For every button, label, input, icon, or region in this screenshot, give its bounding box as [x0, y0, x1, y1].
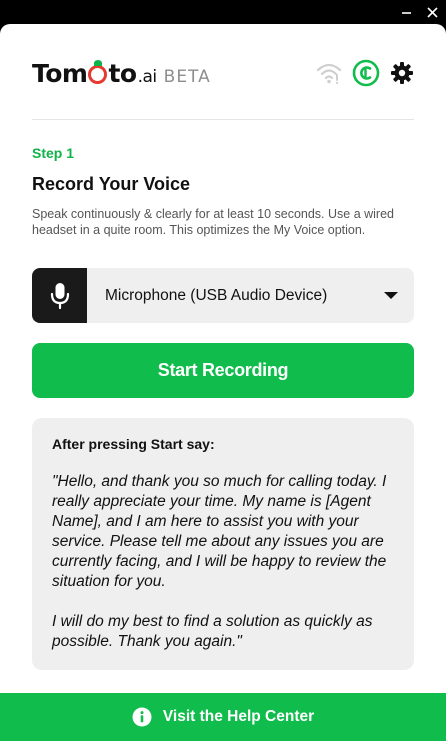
minimize-icon	[401, 11, 411, 14]
logo: Tom to .ai BETA	[32, 59, 211, 88]
script-box: After pressing Start say: "Hello, and th…	[32, 418, 414, 670]
wifi-icon[interactable]	[316, 61, 342, 85]
minimize-button[interactable]	[392, 0, 420, 24]
start-recording-button[interactable]: Start Recording	[32, 343, 414, 398]
close-icon	[426, 6, 438, 18]
microphone-select[interactable]: Microphone (USB Audio Device)	[32, 268, 414, 323]
close-button[interactable]	[418, 0, 446, 24]
script-heading: After pressing Start say:	[52, 436, 215, 452]
title-bar	[0, 0, 446, 24]
script-text: "Hello, and thank you so much for callin…	[52, 472, 394, 652]
help-center-link[interactable]: Visit the Help Center	[0, 693, 446, 741]
logo-prefix: Tom	[32, 58, 88, 88]
info-icon	[132, 707, 152, 727]
beta-label: BETA	[163, 66, 211, 87]
tomato-icon	[88, 59, 108, 84]
step-label: Step 1	[32, 145, 75, 161]
logo-ai: .ai	[137, 66, 158, 87]
gear-icon[interactable]	[390, 61, 414, 85]
script-paragraph-2: I will do my best to find a solution as …	[52, 613, 373, 650]
microphone-selected-value: Microphone (USB Audio Device)	[105, 286, 328, 304]
app-window: Tom to .ai BETA Step 1 Record Your Voice…	[0, 24, 446, 741]
agent-status-icon[interactable]	[352, 59, 380, 87]
step-title: Record Your Voice	[32, 174, 191, 194]
header: Tom to .ai BETA	[32, 56, 414, 90]
header-icons	[316, 59, 414, 87]
chevron-down-icon	[384, 287, 398, 305]
script-paragraph-1: "Hello, and thank you so much for callin…	[52, 473, 387, 590]
logo-suffix: to	[108, 58, 137, 88]
header-divider	[32, 119, 414, 120]
microphone-icon	[50, 282, 69, 309]
help-center-label: Visit the Help Center	[162, 708, 315, 725]
step-description: Speak continuously & clearly for at leas…	[32, 207, 394, 237]
microphone-icon-box	[32, 268, 87, 323]
